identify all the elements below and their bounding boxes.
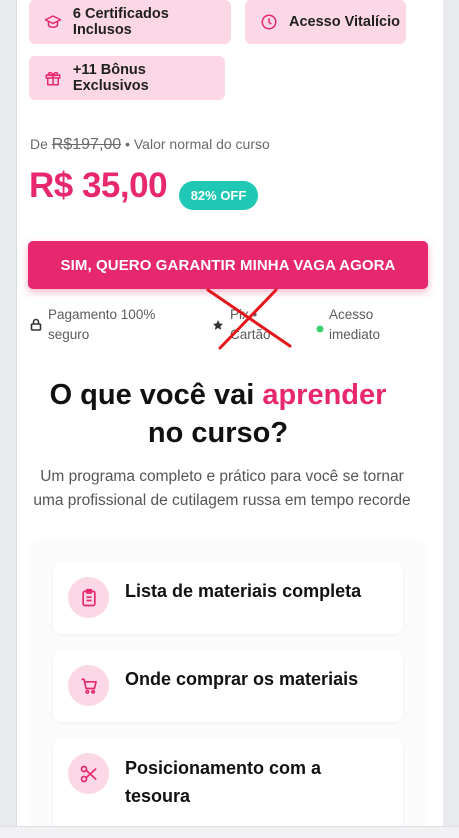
cart-icon <box>68 665 109 706</box>
trust-access-line2: imediato <box>329 327 381 342</box>
section-title: O que você vai aprender no curso? <box>16 376 420 452</box>
sales-page: 6 Certificados Inclusos Acesso Vitalício… <box>16 0 443 838</box>
section-subtitle: Um programa completo e prático para você… <box>16 465 428 513</box>
feature-chip-certificates: 6 Certificados Inclusos <box>29 0 231 44</box>
old-price-line: De R$197,00 • Valor normal do curso <box>30 136 270 154</box>
section-title-post: no curso? <box>147 417 289 449</box>
trust-access-line1: Acesso <box>329 307 374 322</box>
module-card: Lista de materiais completa <box>53 562 403 634</box>
clipboard-icon <box>68 577 109 618</box>
clock-icon <box>259 12 279 32</box>
graduation-cap-icon <box>43 12 63 32</box>
feature-chip-bonus: +11 Bônus Exclusivos <box>29 56 225 100</box>
section-subtitle-line1: Um programa completo e prático para você… <box>40 468 404 485</box>
browser-bottom-bar <box>0 826 459 838</box>
feature-chip-label: 6 Certificados Inclusos <box>72 6 169 38</box>
feature-chip-lifetime: Acesso Vitalício <box>245 0 406 44</box>
module-card: Posicionamento com a tesoura <box>53 738 403 838</box>
module-card: Onde comprar os materiais <box>53 650 403 722</box>
trust-secure-line2: seguro <box>48 327 90 342</box>
old-price: R$197,00 <box>51 136 122 153</box>
module-title: Onde comprar os materiais <box>125 669 359 689</box>
section-title-accent: aprender <box>262 379 387 411</box>
trust-secure-line1: Pagamento 100% <box>48 307 156 322</box>
feature-chip-label: Acesso Vitalício <box>289 14 400 30</box>
old-price-note: • Valor normal do curso <box>125 136 270 152</box>
discount-badge: 82% OFF <box>179 181 258 210</box>
module-title: Lista de materiais completa <box>125 581 362 601</box>
red-cross-mark <box>206 288 292 350</box>
online-dot-icon <box>316 319 324 339</box>
module-title-line2: tesoura <box>125 786 191 806</box>
feature-chip-label: +11 Bônus Exclusivos <box>72 62 149 94</box>
buy-now-button[interactable]: SIM, QUERO GARANTIR MINHA VAGA AGORA <box>28 241 428 289</box>
lock-icon <box>30 317 42 337</box>
gift-icon <box>43 68 63 88</box>
module-title: Posicionamento com a tesoura <box>125 754 321 810</box>
module-title-line1: Posicionamento com a <box>125 758 322 778</box>
old-price-prefix: De <box>30 136 48 152</box>
current-price: R$ 35,00 <box>29 166 168 205</box>
section-subtitle-line2: uma profissional de cutilagem russa em t… <box>33 492 411 509</box>
section-title-pre: O que você vai <box>49 379 263 411</box>
scissors-icon <box>68 753 109 794</box>
